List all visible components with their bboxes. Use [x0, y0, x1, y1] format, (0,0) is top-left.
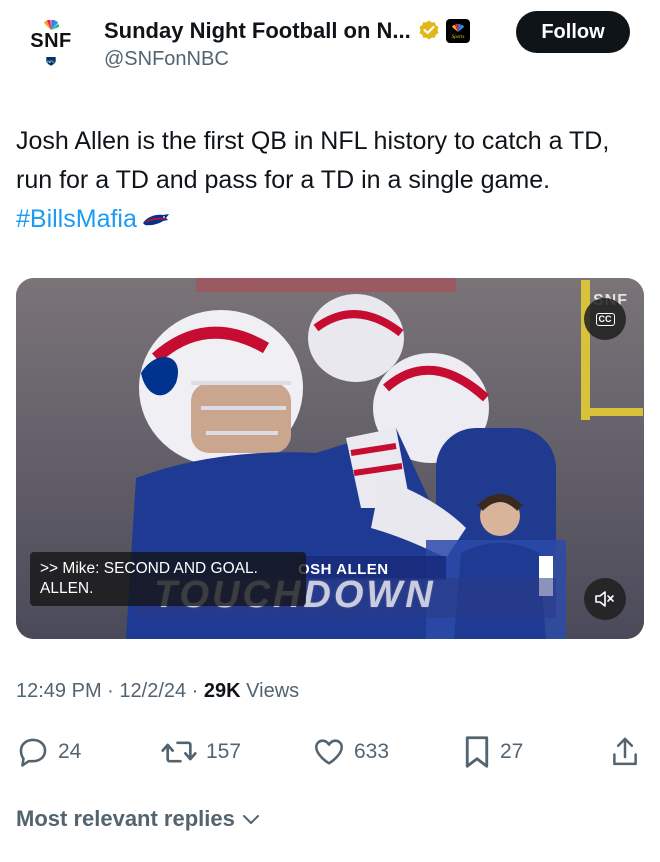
tweet-meta: 12:49 PM · 12/2/24 · 29K Views: [16, 680, 300, 702]
heart-icon: [314, 739, 344, 765]
repost-icon: [161, 741, 197, 763]
cc-icon: CC: [595, 312, 615, 326]
video-player[interactable]: SNF CC OSH ALLEN TOUCHDOWN >> Mike: SECO…: [16, 278, 644, 639]
avatar-text: SNF: [30, 30, 72, 52]
nbc-sports-badge-icon[interactable]: Sports: [445, 19, 470, 43]
reply-count: 24: [58, 740, 82, 763]
verified-badge-icon[interactable]: [417, 19, 441, 43]
follow-button[interactable]: Follow: [516, 11, 630, 53]
caption-line-1: >> Mike: SECOND AND GOAL.: [40, 560, 258, 577]
display-name[interactable]: Sunday Night Football on N...: [104, 18, 411, 44]
caption-line-2: ALLEN.: [40, 580, 94, 597]
unmute-button[interactable]: [584, 578, 626, 620]
views-count: 29K: [203, 680, 241, 702]
bookmark-button[interactable]: 27: [462, 734, 523, 770]
nfl-shield-icon: NFL: [45, 53, 57, 67]
tweet-text: Josh Allen is the first QB in NFL histor…: [16, 122, 642, 239]
share-button[interactable]: [610, 734, 648, 770]
like-count: 633: [354, 740, 390, 763]
like-button[interactable]: 633: [312, 734, 389, 770]
avatar[interactable]: SNF NFL: [16, 18, 86, 70]
views-label: Views: [246, 680, 300, 702]
tweet-date[interactable]: 12/2/24: [119, 680, 186, 702]
repost-button[interactable]: 157: [160, 734, 241, 770]
bookmark-count: 27: [500, 740, 524, 763]
nbc-peacock-icon: [44, 20, 59, 30]
replies-sort-dropdown[interactable]: Most relevant replies: [16, 806, 261, 832]
hashtag-link[interactable]: #BillsMafia: [16, 205, 137, 233]
reply-icon: [19, 738, 47, 767]
name-row: Sunday Night Football on N... Sports: [104, 16, 470, 46]
replies-sort-label: Most relevant replies: [16, 806, 235, 831]
video-caption: >> Mike: SECOND AND GOAL. ALLEN.: [30, 552, 306, 606]
chevron-down-icon: [242, 815, 259, 824]
bookmark-icon: [465, 736, 489, 768]
svg-text:Sports: Sports: [451, 35, 464, 40]
share-icon: [613, 737, 637, 766]
speaker-muted-icon: [595, 591, 614, 607]
repost-count: 157: [206, 740, 242, 763]
svg-text:NFL: NFL: [47, 59, 55, 64]
handle[interactable]: @SNFonNBC: [104, 48, 229, 71]
tweet-time[interactable]: 12:49 PM: [16, 680, 102, 702]
tweet-body: Josh Allen is the first QB in NFL histor…: [16, 127, 610, 194]
buffalo-icon: [142, 214, 169, 226]
reply-button[interactable]: 24: [16, 734, 81, 770]
closed-captions-button[interactable]: CC: [584, 298, 626, 340]
